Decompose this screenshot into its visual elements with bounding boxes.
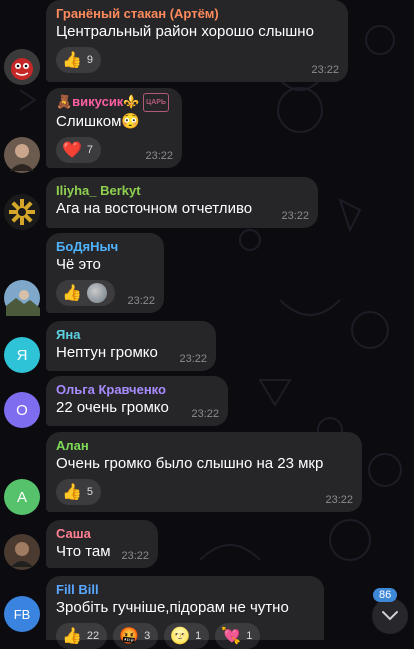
sender-name[interactable]: 🧸викусик⚜️ ЦАРЬ [56, 93, 172, 113]
message-text: Ага на восточном отчетливо [56, 200, 253, 217]
reaction-count: 7 [86, 144, 94, 157]
reactor-avatar [86, 283, 107, 303]
thumbs-up-icon: 👍 [62, 482, 82, 501]
reaction-heart-arrow[interactable]: 💘 1 [215, 623, 261, 649]
unread-count-badge: 86 [373, 588, 398, 602]
message-bubble[interactable]: Гранёный стакан (Артём) Центральный райо… [46, 0, 348, 82]
message-bubble[interactable]: Яна Нептун громко 23:22 [46, 321, 216, 371]
message-bubble[interactable]: Алан Очень громко было слышно на 23 мкр … [46, 432, 362, 512]
message-bubble[interactable]: Ольга Кравченко 22 очень громко 23:22 [46, 376, 228, 426]
person-photo-avatar-icon [4, 137, 40, 173]
avatar[interactable]: Я [4, 337, 40, 373]
message-text: Центральный район хорошо слышно [56, 23, 314, 40]
sender-name[interactable]: Гранёный стакан (Артём) [56, 5, 338, 22]
angry-face-icon: 🤬 [119, 626, 140, 645]
thumbs-up-icon: 👍 [62, 283, 82, 302]
red-heart-icon: ❤️ [62, 140, 82, 160]
thumbs-up-icon: 👍 [62, 50, 82, 69]
sender-name[interactable]: Fill Bill [56, 581, 314, 598]
dark-photo-avatar-icon [4, 534, 40, 570]
message-bubble[interactable]: Iliyha_ Berkyt Ага на восточном отчетлив… [46, 177, 318, 228]
message-bubble[interactable]: БоДяНыч Чё это 👍 23:22 [46, 233, 164, 313]
red-creature-avatar-icon [4, 49, 40, 85]
message-bubble[interactable]: Саша Что там 23:22 [46, 520, 158, 568]
message-text: Очень громко было слышно на 23 мкр [56, 455, 324, 472]
message-bubble[interactable]: 🧸викусик⚜️ ЦАРЬ Слишком😳 ❤️ 7 23:22 [46, 88, 182, 168]
avatar[interactable] [4, 49, 40, 85]
scroll-down-button[interactable] [372, 598, 408, 634]
message-bubble[interactable]: Fill Bill Зробіть гучніше,підорам не чут… [46, 576, 324, 649]
message-time: 23:22 [325, 494, 353, 506]
reaction-thumbs-up[interactable]: 👍 9 [56, 47, 102, 73]
sender-name[interactable]: Ольга Кравченко [56, 381, 218, 398]
message-time: 23:22 [281, 210, 309, 222]
sender-name[interactable]: БоДяНыч [56, 238, 154, 255]
message-text: Слишком😳 [56, 113, 141, 131]
message-text: Зробіть гучніше,підорам не чутно [56, 599, 289, 616]
reaction-heart[interactable]: ❤️ 7 [56, 137, 102, 164]
reaction-thumbs-up[interactable]: 👍 [56, 280, 115, 306]
avatar[interactable] [4, 280, 40, 316]
reaction-thumbs-up[interactable]: 👍 5 [56, 479, 102, 505]
chevron-down-icon [382, 611, 398, 621]
heart-arrow-icon: 💘 [221, 626, 242, 645]
gold-ornament-avatar-icon [4, 194, 40, 230]
sender-name[interactable]: Iliyha_ Berkyt [56, 182, 308, 199]
reactions-row: 👍 22 🤬 3 🌝 1 💘 1 [56, 618, 314, 649]
thumbs-up-icon: 👍 [62, 626, 82, 645]
avatar-initial: А [16, 488, 27, 506]
message-time: 23:22 [179, 353, 207, 365]
avatar[interactable]: О [4, 392, 40, 428]
avatar[interactable] [4, 194, 40, 230]
landscape-photo-avatar-icon [4, 280, 40, 316]
avatar[interactable]: FB [4, 596, 40, 632]
sender-name[interactable]: Саша [56, 525, 148, 542]
sender-name[interactable]: Алан [56, 437, 352, 454]
avatar[interactable] [4, 137, 40, 173]
message-time: 23:22 [127, 295, 155, 307]
reaction-moon-face[interactable]: 🌝 1 [164, 623, 210, 649]
message-time: 23:22 [191, 408, 219, 420]
message-text: Чё это [56, 256, 101, 273]
reaction-count: 1 [195, 630, 202, 642]
sender-badge: ЦАРЬ [143, 93, 169, 113]
reaction-count: 1 [246, 630, 253, 642]
avatar-initial: FB [13, 606, 31, 622]
reaction-count: 3 [144, 630, 151, 642]
sender-name[interactable]: Яна [56, 326, 206, 343]
avatar-initial: Я [16, 346, 28, 364]
reaction-count: 5 [86, 486, 94, 498]
avatar[interactable]: А [4, 479, 40, 515]
avatar-initial: О [16, 401, 28, 419]
reaction-thumbs-up[interactable]: 👍 22 [56, 623, 108, 649]
reaction-angry[interactable]: 🤬 3 [113, 623, 159, 649]
message-time: 23:22 [121, 550, 149, 562]
reaction-count: 22 [86, 630, 100, 642]
avatar[interactable] [4, 534, 40, 570]
moon-face-icon: 🌝 [170, 626, 191, 645]
message-time: 23:22 [311, 64, 339, 76]
message-time: 23:22 [145, 150, 173, 162]
reaction-count: 9 [86, 54, 94, 66]
